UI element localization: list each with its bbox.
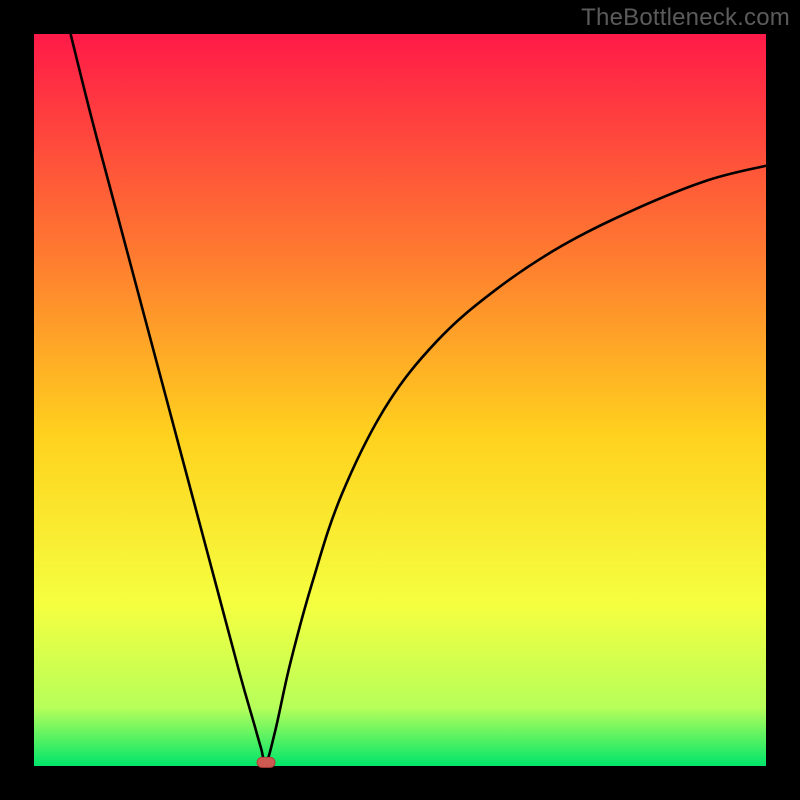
chart-frame: TheBottleneck.com <box>0 0 800 800</box>
plot-area <box>34 34 766 766</box>
optimum-marker <box>257 757 275 767</box>
watermark-text: TheBottleneck.com <box>581 4 790 32</box>
chart-svg <box>0 0 800 800</box>
